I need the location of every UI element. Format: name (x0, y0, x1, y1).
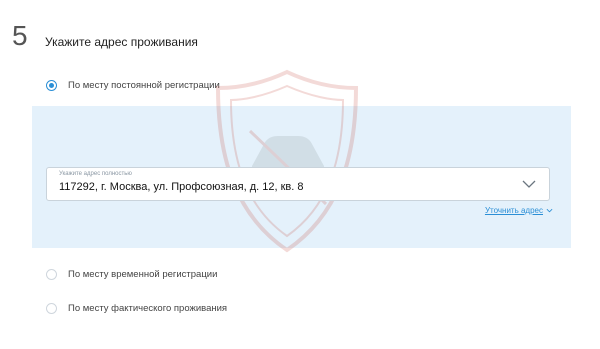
step-title: Укажите адрес проживания (45, 35, 198, 49)
address-field-caption: Укажите адрес полностью (59, 171, 132, 177)
option-label: По месту временной регистрации (68, 269, 218, 280)
address-field-value[interactable]: 117292, г. Москва, ул. Профсоюзная, д. 1… (59, 181, 304, 193)
chevron-down-icon[interactable] (521, 176, 537, 192)
radio-button[interactable] (46, 269, 57, 280)
radio-button-checked[interactable] (46, 80, 57, 91)
option-permanent-registration[interactable]: По месту постоянной регистрации (46, 80, 220, 91)
option-label: По месту постоянной регистрации (68, 80, 220, 91)
chevron-down-icon (546, 208, 553, 213)
refine-address-label[interactable]: Уточнить адрес (485, 206, 543, 215)
option-label: По месту фактического проживания (68, 303, 228, 314)
address-step: 5 Укажите адрес проживания По месту пост… (0, 0, 600, 349)
refine-address-link[interactable]: Уточнить адрес (485, 206, 553, 215)
option-actual-residence[interactable]: По месту фактического проживания (46, 303, 227, 314)
step-number: 5 (12, 20, 28, 51)
radio-button[interactable] (46, 303, 57, 314)
option-temporary-registration[interactable]: По месту временной регистрации (46, 269, 217, 280)
address-input[interactable]: Укажите адрес полностью 117292, г. Москв… (46, 167, 550, 201)
